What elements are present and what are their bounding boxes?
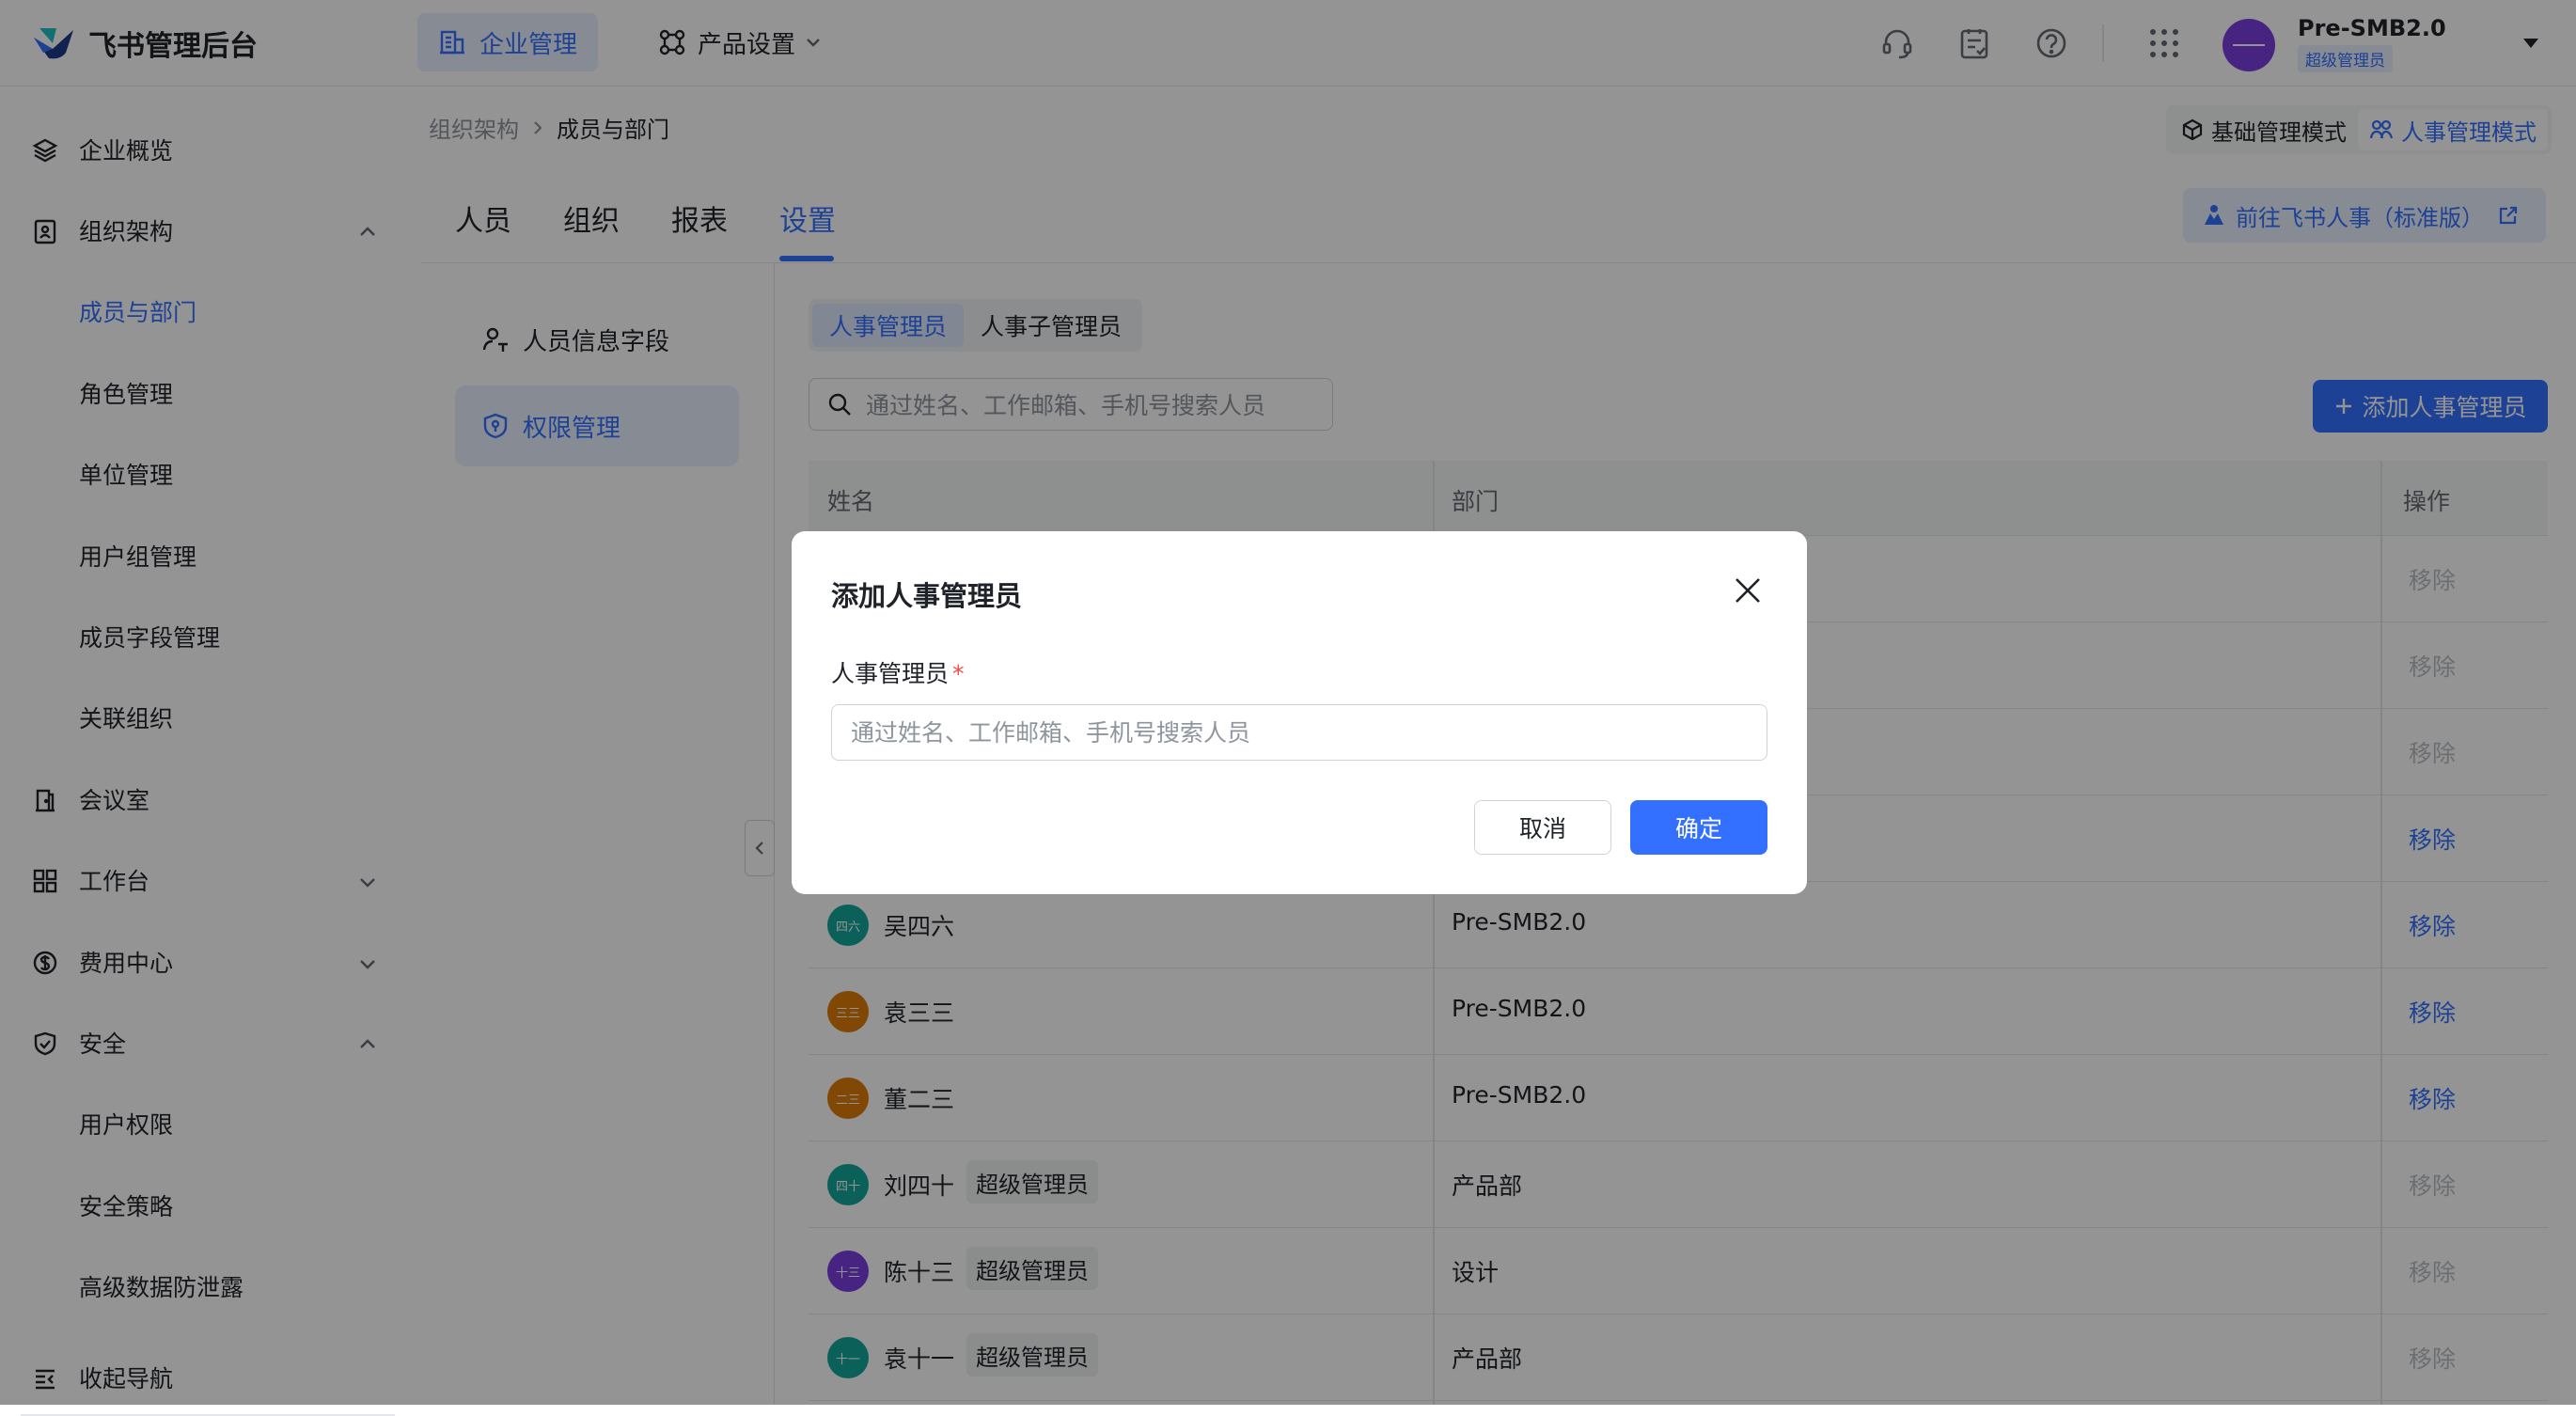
cancel-button[interactable]: 取消 [1474, 800, 1611, 855]
close-icon [1736, 578, 1760, 603]
dialog-title: 添加人事管理员 [831, 580, 1023, 612]
hr-admin-search-input[interactable] [831, 704, 1767, 761]
confirm-button[interactable]: 确定 [1630, 800, 1767, 855]
field-label: 人事管理员 * [831, 655, 965, 689]
add-hr-admin-dialog: 添加人事管理员 人事管理员* 取消 确定 [792, 531, 1807, 894]
required-mark: * [952, 660, 965, 687]
field-label-text: 人事管理员 [831, 660, 950, 687]
close-button[interactable] [1728, 571, 1767, 610]
